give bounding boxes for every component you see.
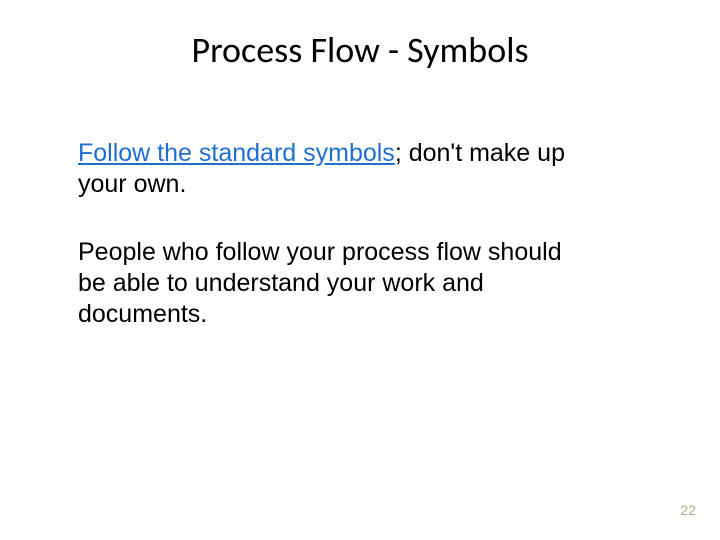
paragraph-2: People who follow your process flow shou… [78,237,578,331]
slide-title: Process Flow - Symbols [0,28,720,72]
slide: Process Flow - Symbols Follow the standa… [0,0,720,540]
standard-symbols-link[interactable]: Follow the standard symbols [78,139,395,167]
paragraph-1: Follow the standard symbols; don't make … [78,138,578,201]
slide-body: Follow the standard symbols; don't make … [78,138,578,366]
page-number: 22 [680,502,696,518]
